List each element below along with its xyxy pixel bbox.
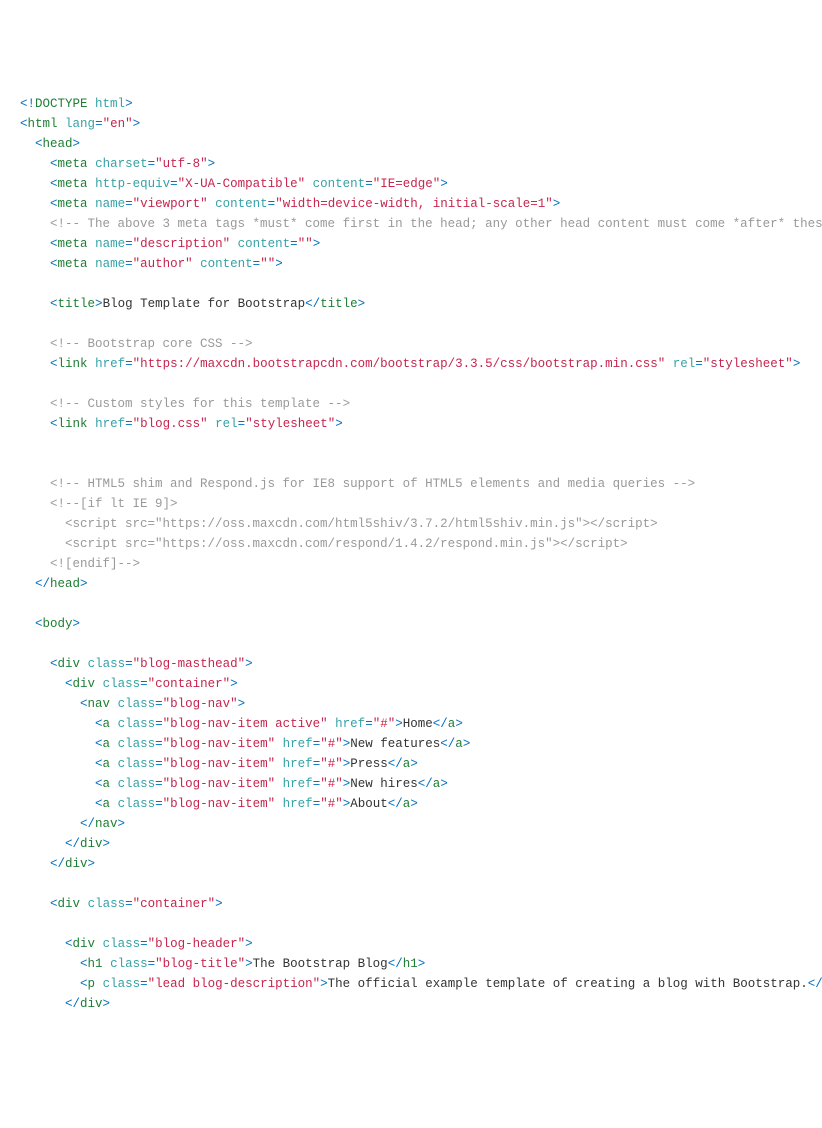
- code-line: <html lang="en">: [20, 114, 802, 134]
- code-line: <head>: [20, 134, 802, 154]
- code-line: <![endif]-->: [20, 554, 802, 574]
- code-line: <a class="blog-nav-item active" href="#"…: [20, 714, 802, 734]
- code-line: <div class="blog-header">: [20, 934, 802, 954]
- code-line: <!-- The above 3 meta tags *must* come f…: [20, 214, 802, 234]
- code-line: <title>Blog Template for Bootstrap</titl…: [20, 294, 802, 314]
- code-line: <meta http-equiv="X-UA-Compatible" conte…: [20, 174, 802, 194]
- code-line: <!--[if lt IE 9]>: [20, 494, 802, 514]
- code-line: </head>: [20, 574, 802, 594]
- code-line: <!DOCTYPE html>: [20, 94, 802, 114]
- code-line: <a class="blog-nav-item" href="#">About<…: [20, 794, 802, 814]
- code-line: <nav class="blog-nav">: [20, 694, 802, 714]
- code-line: <!-- Custom styles for this template -->: [20, 394, 802, 414]
- code-line: <link href="blog.css" rel="stylesheet">: [20, 414, 802, 434]
- code-line: <meta charset="utf-8">: [20, 154, 802, 174]
- code-line: <meta name="description" content="">: [20, 234, 802, 254]
- code-line: <h1 class="blog-title">The Bootstrap Blo…: [20, 954, 802, 974]
- code-line: <a class="blog-nav-item" href="#">Press<…: [20, 754, 802, 774]
- code-line: <div class="container">: [20, 894, 802, 914]
- code-line: </div>: [20, 834, 802, 854]
- code-line: <link href="https://maxcdn.bootstrapcdn.…: [20, 354, 802, 374]
- code-block: <!DOCTYPE html><html lang="en"> <head> <…: [20, 94, 802, 1014]
- code-line: <script src="https://oss.maxcdn.com/html…: [20, 514, 802, 534]
- code-line: <!-- HTML5 shim and Respond.js for IE8 s…: [20, 474, 802, 494]
- code-line: <div class="blog-masthead">: [20, 654, 802, 674]
- code-line: <a class="blog-nav-item" href="#">New hi…: [20, 774, 802, 794]
- code-line: </nav>: [20, 814, 802, 834]
- code-line: <script src="https://oss.maxcdn.com/resp…: [20, 534, 802, 554]
- code-line: </div>: [20, 994, 802, 1014]
- code-line: </div>: [20, 854, 802, 874]
- code-line: <meta name="viewport" content="width=dev…: [20, 194, 802, 214]
- code-line: <body>: [20, 614, 802, 634]
- code-line: <div class="container">: [20, 674, 802, 694]
- code-line: <a class="blog-nav-item" href="#">New fe…: [20, 734, 802, 754]
- code-line: <!-- Bootstrap core CSS -->: [20, 334, 802, 354]
- code-line: <p class="lead blog-description">The off…: [20, 974, 802, 994]
- code-line: <meta name="author" content="">: [20, 254, 802, 274]
